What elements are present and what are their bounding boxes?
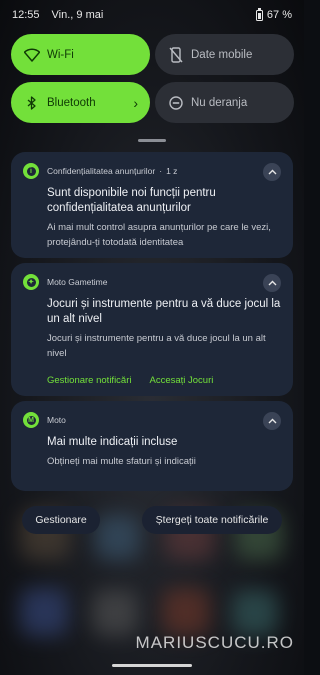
app-name: Confidențialitatea anunțurilor — [47, 166, 156, 176]
notification-text: Obțineți mai multe sfaturi și indicații — [47, 456, 196, 467]
notification-moto[interactable]: M Moto Mai multe indicații incluse Obțin… — [11, 401, 293, 491]
bluetooth-icon — [23, 94, 41, 112]
watermark: MARIUSCUCU.RO — [135, 633, 294, 652]
chevron-up-icon — [268, 418, 276, 424]
gamepad-icon: ✦ — [23, 274, 39, 290]
app-name: Moto — [47, 415, 66, 425]
moto-logo-icon: M — [23, 412, 39, 428]
notification-text: Ai mai mult control asupra anunțurilor p… — [47, 222, 271, 248]
tile-label: Date mobile — [191, 48, 253, 61]
tile-label: Nu deranja — [191, 96, 248, 109]
notification-title: Jocuri și instrumente pentru a vă duce j… — [47, 298, 281, 325]
drag-handle[interactable] — [138, 139, 166, 142]
tile-wifi[interactable]: Wi-Fi — [11, 34, 150, 75]
battery-icon — [255, 7, 263, 21]
collapse-button[interactable] — [263, 163, 281, 181]
notification-title: Mai multe indicații incluse — [47, 436, 178, 448]
notification-actions: Gestionare notificări Accesați Jocuri — [47, 375, 281, 386]
chevron-up-icon — [268, 280, 276, 286]
notification-moto-gametime[interactable]: ✦ Moto Gametime Jocuri și instrumente pe… — [11, 263, 293, 396]
collapse-button[interactable] — [263, 412, 281, 430]
chevron-up-icon — [268, 169, 276, 175]
notification-header: M Moto — [23, 411, 281, 429]
battery-indicator: 67 % — [255, 7, 292, 21]
tile-label: Bluetooth — [47, 96, 96, 109]
manage-button[interactable]: Gestionare — [22, 506, 100, 534]
notification-text: Jocuri și instrumente pentru a vă duce j… — [47, 333, 266, 359]
notification-ad-privacy[interactable]: i Confidențialitatea anunțurilor · 1 z S… — [11, 152, 293, 258]
open-games-button[interactable]: Accesați Jocuri — [149, 375, 213, 386]
notification-header: ✦ Moto Gametime — [23, 273, 281, 291]
tile-do-not-disturb[interactable]: Nu deranja — [155, 82, 294, 123]
info-icon: i — [23, 163, 39, 179]
battery-percent: 67 % — [266, 9, 292, 21]
tile-mobile-data[interactable]: Date mobile — [155, 34, 294, 75]
chevron-right-icon[interactable]: › — [133, 95, 138, 111]
do-not-disturb-icon — [167, 94, 185, 112]
separator-dot: · — [159, 166, 163, 176]
gesture-navigation-bar[interactable] — [112, 664, 192, 667]
mobile-data-off-icon — [167, 46, 185, 64]
clock: 12:55 — [12, 9, 40, 21]
clear-all-button[interactable]: Ștergeți toate notificările — [142, 506, 282, 534]
wifi-icon — [23, 46, 41, 64]
manage-notifications-button[interactable]: Gestionare notificări — [47, 375, 131, 386]
notification-time: 1 z — [166, 166, 178, 176]
tile-label: Wi-Fi — [47, 48, 74, 61]
tile-bluetooth[interactable]: Bluetooth › — [11, 82, 150, 123]
app-name: Moto Gametime — [47, 277, 108, 287]
collapse-button[interactable] — [263, 274, 281, 292]
status-bar: 12:55 Vin., 9 mai 67 % — [0, 0, 304, 30]
date: Vin., 9 mai — [51, 9, 104, 21]
notification-title: Sunt disponibile noi funcții pentru conf… — [47, 187, 216, 214]
notification-header: i Confidențialitatea anunțurilor · 1 z — [23, 162, 281, 180]
